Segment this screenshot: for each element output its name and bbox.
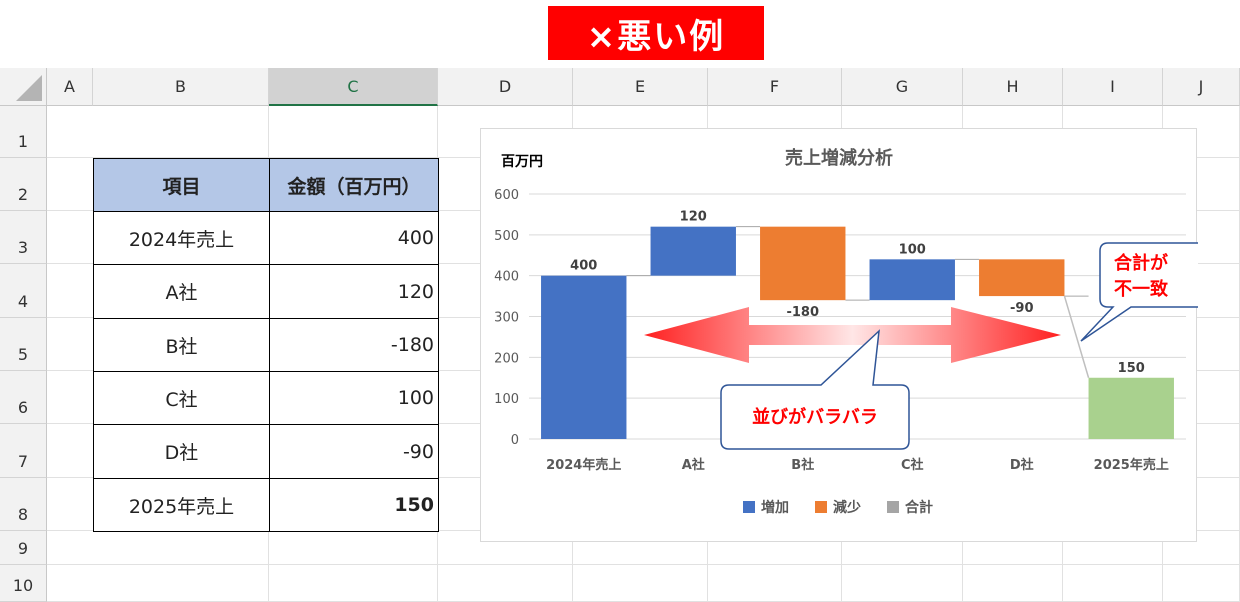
callout-order-text: 並びがバラバラ [752,406,878,428]
row-header-4[interactable]: 4 [0,264,47,318]
table-cell-amount[interactable]: -90 [269,424,439,479]
select-all-triangle-icon [16,75,42,101]
legend-label: 増加 [761,499,789,516]
bar-4 [869,259,955,301]
y-tick-label: 300 [494,311,519,326]
bar-6 [1088,377,1174,439]
x-tick-label: C社 [901,457,924,473]
callout-total-line1: 合計が [1114,252,1168,274]
row-header-9[interactable]: 9 [0,531,47,565]
legend-label: 減少 [833,499,861,516]
table-cell-amount[interactable]: -180 [269,318,439,372]
callout-order-bubble [720,329,910,450]
column-header-e[interactable]: E [573,68,708,106]
row-header-1[interactable]: 1 [0,106,47,158]
chart-unit-label: 百万円 [501,154,543,170]
y-tick-label: 500 [494,229,519,244]
y-tick-label: 400 [494,270,519,285]
legend-label: 合計 [905,499,933,516]
bad-example-banner: ×悪い例 [548,6,764,60]
x-tick-label: 2024年売上 [546,457,621,473]
x-tick-label: B社 [791,457,814,473]
x-tick-label: D社 [1010,457,1034,473]
table-cell-label[interactable]: B社 [93,318,270,372]
table-cell-label[interactable]: 2025年売上 [93,478,270,532]
column-header-i[interactable]: I [1063,68,1163,106]
row-header-3[interactable]: 3 [0,211,47,264]
x-tick-label: A社 [682,457,705,473]
table-cell-label[interactable]: D社 [93,424,270,479]
column-header-g[interactable]: G [842,68,963,106]
table-cell-label[interactable]: A社 [93,264,270,319]
table-header-amount[interactable]: 金額（百万円） [269,158,439,212]
bar-1 [541,275,627,439]
row-header-8[interactable]: 8 [0,478,47,531]
grid-line-horizontal [47,564,1240,565]
table-cell-amount[interactable]: 120 [269,264,439,319]
legend-swatch-1 [743,501,755,513]
column-header-c[interactable]: C [269,68,438,106]
table-cell-label[interactable]: C社 [93,371,270,425]
row-header-2[interactable]: 2 [0,158,47,211]
data-label: -90 [1010,301,1034,316]
legend-swatch-3 [887,501,899,513]
row-header-5[interactable]: 5 [0,318,47,371]
column-header-d[interactable]: D [438,68,573,106]
callout-total-line2: 不一致 [1114,278,1169,300]
row-header-10[interactable]: 10 [0,565,47,602]
double-arrow-icon [644,307,1061,363]
bar-5 [979,259,1065,297]
data-label: 100 [899,242,926,257]
table-cell-amount[interactable]: 400 [269,211,439,265]
select-all-corner[interactable] [0,68,47,106]
waterfall-chart[interactable]: 0 100 200 300 400 500 600 売上増減分析 百万円 400 2024年売上 12… [480,128,1198,542]
chart-canvas: 0 100 200 300 400 500 600 売上増減分析 百万円 400 2024年売上 12… [494,147,1198,516]
chart-title: 売上増減分析 [785,147,893,169]
table-cell-amount[interactable]: 100 [269,371,439,425]
column-header-f[interactable]: F [708,68,842,106]
table-header-item[interactable]: 項目 [93,158,270,212]
table-cell-label[interactable]: 2024年売上 [93,211,270,265]
row-header-7[interactable]: 7 [0,424,47,478]
y-tick-label: 600 [494,188,519,203]
table-cell-amount[interactable]: 150 [269,478,439,532]
data-label: 120 [680,210,707,225]
column-header-j[interactable]: J [1163,68,1240,106]
data-label: -180 [786,305,819,320]
bar-3 [760,226,846,301]
data-label: 400 [570,259,597,274]
data-label: 150 [1118,361,1145,376]
y-tick-label: 100 [494,392,519,407]
legend-swatch-2 [815,501,827,513]
column-header-h[interactable]: H [963,68,1063,106]
bar-2 [650,226,736,276]
y-tick-label: 200 [494,351,519,366]
column-header-b[interactable]: B [93,68,269,106]
x-tick-label: 2025年売上 [1094,457,1169,473]
row-header-6[interactable]: 6 [0,371,47,424]
y-tick-label: 0 [511,433,519,448]
column-header-a[interactable]: A [47,68,93,106]
